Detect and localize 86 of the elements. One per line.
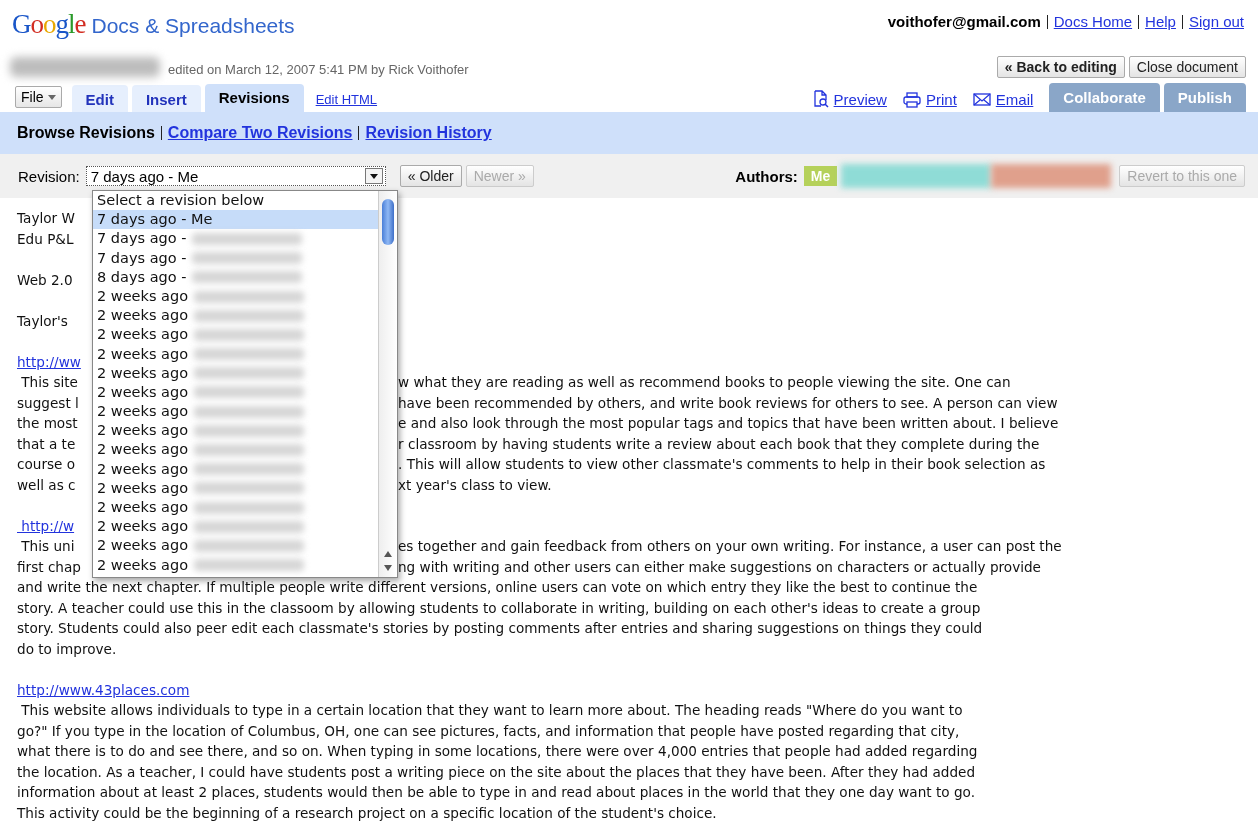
revision-option[interactable]: 2 weeks ago bbox=[93, 306, 378, 326]
caret-icon bbox=[47, 94, 56, 100]
revision-select[interactable]: 7 days ago - Me bbox=[85, 166, 386, 186]
action-link[interactable]: Print bbox=[902, 91, 957, 108]
printer-icon bbox=[902, 91, 921, 108]
revision-option[interactable]: 2 weeks ago bbox=[93, 517, 378, 537]
revision-option[interactable]: 2 weeks ago bbox=[93, 421, 378, 441]
revision-option[interactable]: 8 days ago - bbox=[93, 267, 378, 287]
document-text: the most bbox=[17, 414, 79, 433]
scroll-thumb[interactable] bbox=[382, 199, 394, 245]
document-link[interactable]: http://www.43places.com bbox=[17, 681, 190, 698]
document-link[interactable]: http://w bbox=[17, 517, 75, 534]
document-text: xt year's class to view. bbox=[398, 475, 552, 495]
document-text: well as c bbox=[17, 475, 77, 495]
document-text: Taylor W bbox=[17, 209, 76, 228]
document-text: This uni bbox=[20, 537, 76, 556]
scroll-down-icon[interactable] bbox=[382, 563, 394, 573]
subnav-link[interactable]: Compare Two Revisions bbox=[167, 124, 353, 142]
header-link[interactable]: Help bbox=[1145, 13, 1176, 30]
document-text: information about at least 2 places, students would then be able to type in and read about places in the world that they one day want to go. bbox=[17, 784, 975, 800]
revision-option[interactable]: 2 weeks ago bbox=[93, 459, 378, 479]
revision-label: Revision: bbox=[18, 167, 80, 185]
revision-option[interactable]: 2 weeks ago bbox=[93, 344, 378, 364]
google-logo: Google bbox=[12, 9, 86, 40]
header-link[interactable]: Sign out bbox=[1188, 13, 1244, 30]
tab[interactable]: Edit bbox=[71, 85, 128, 112]
revision-option[interactable]: 7 days ago - Me bbox=[93, 210, 378, 230]
document-text: story. A teacher could use this in the classoom by allowing students to collaborate in writing, building on each other's ideas to create a group bbox=[17, 599, 981, 616]
revision-option[interactable]: 2 weeks ago bbox=[93, 498, 378, 518]
scroll-up-icon[interactable] bbox=[382, 549, 394, 559]
revision-option[interactable]: 2 weeks ago bbox=[93, 536, 378, 556]
document-text: and write the next chapter. If multiple people write different versions, online users can vote on which entry they like the best to continue the bbox=[17, 579, 978, 595]
tab[interactable]: Revisions bbox=[204, 84, 304, 112]
action-link[interactable]: Preview bbox=[812, 90, 887, 108]
current-view: Browse Revisions bbox=[17, 124, 155, 142]
page-magnifier-icon bbox=[812, 90, 829, 108]
document-button[interactable]: Close document bbox=[1128, 56, 1246, 78]
revision-option[interactable]: 2 weeks ago bbox=[93, 382, 378, 403]
document-text: the location. As a teacher, I could have students post a writing piece on the site about the places that they have been. After they had added bbox=[17, 763, 976, 780]
revision-option[interactable]: 7 days ago - bbox=[93, 229, 378, 249]
revision-option[interactable]: 2 weeks ago bbox=[93, 440, 378, 460]
revision-option[interactable]: 2 weeks ago bbox=[93, 363, 378, 383]
edit-html-link[interactable]: Edit HTML bbox=[315, 92, 378, 107]
product-name: Docs & Spreadsheets bbox=[91, 14, 295, 38]
document-text: r classroom by having students write a review about each book that they complete during the bbox=[398, 434, 1040, 454]
file-menu-button[interactable]: File bbox=[15, 86, 62, 108]
document-text: This site bbox=[20, 373, 79, 392]
revision-nav-button[interactable]: « Older bbox=[399, 165, 462, 187]
document-text: . This will allow students to view other classmate's comments to help in their book selection as bbox=[398, 455, 1046, 474]
tab[interactable]: Insert bbox=[131, 85, 201, 112]
document-text: story. Students could also peer edit each classmate's stories by posting comments after entries and sharing suggestions on things they could bbox=[17, 620, 983, 636]
document-text: do to improve. bbox=[17, 640, 117, 657]
document-text: first chap bbox=[17, 557, 82, 577]
document-text: es together and gain feedback from others on your own writing. For instance, a user can post the bbox=[398, 537, 1062, 556]
document-text: e and also look through the most popular tags and topics that have been written about. I believe bbox=[398, 414, 1059, 433]
scrollbar[interactable] bbox=[378, 191, 397, 577]
revision-option[interactable]: 2 weeks ago bbox=[93, 555, 378, 575]
document-text: This website allows individuals to type in a certain location that they want to learn more about. The heading reads "Where do you want to bbox=[20, 702, 963, 718]
revision-option[interactable]: 2 weeks ago bbox=[93, 478, 378, 498]
document-text: Web 2.0 bbox=[17, 270, 74, 290]
edited-info: edited on March 12, 2007 5:41 PM by Rick Voithofer bbox=[168, 62, 469, 77]
revision-option[interactable]: Select a revision below bbox=[93, 191, 378, 211]
revision-option[interactable]: 7 days ago - bbox=[93, 248, 378, 268]
document-link[interactable]: http://ww bbox=[17, 353, 81, 370]
document-text: go?" If you type in the location of Columbus, OH, one can see pictures, facts, and information that people have posted regarding that city, bbox=[17, 722, 960, 739]
authors-label: Authors: bbox=[735, 167, 798, 185]
revision-option[interactable]: 2 weeks ago bbox=[93, 286, 378, 307]
document-text: w what they are reading as well as recommend books to people viewing the site. One can bbox=[398, 373, 1011, 392]
document-button[interactable]: « Back to editing bbox=[996, 56, 1125, 78]
action-link[interactable]: Email bbox=[972, 91, 1034, 108]
document-text: suggest l bbox=[17, 393, 80, 413]
header-link[interactable]: Docs Home bbox=[1053, 13, 1133, 30]
revision-option[interactable]: 2 weeks ago bbox=[93, 402, 378, 422]
document-text: This activity could be the beginning of a research project on a specific location of the student's choice. bbox=[17, 804, 717, 821]
document-text: have been recommended by others, and write book reviews for others to see. A person can view bbox=[398, 393, 1058, 413]
account-email: voithofer@gmail.com bbox=[887, 13, 1041, 30]
document-text: what there is to do and see there, and so on. When typing in some locations, there were over 4,000 entries that people had added regarding bbox=[17, 743, 978, 759]
document-text: Taylor's bbox=[17, 311, 69, 331]
document-text: ng with writing and other users can either make suggestions on characters or actually provide bbox=[398, 557, 1041, 577]
document-text: course o bbox=[17, 455, 77, 474]
revision-option[interactable]: 2 weeks ago bbox=[93, 325, 378, 345]
document-text: that a te bbox=[17, 434, 77, 454]
subnav-link[interactable]: Revision History bbox=[365, 124, 492, 142]
document-text: Edu P&L bbox=[17, 229, 75, 249]
envelope-icon bbox=[972, 93, 991, 106]
author-chip: Me bbox=[803, 166, 838, 186]
